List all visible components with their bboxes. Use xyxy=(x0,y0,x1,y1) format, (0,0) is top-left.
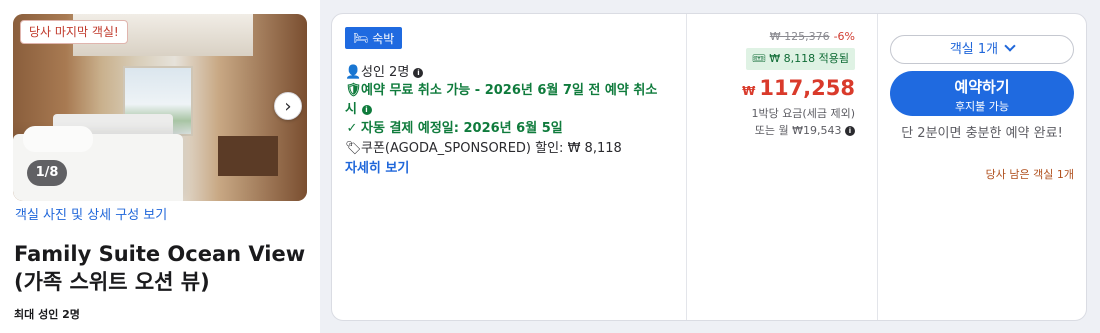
max-occupancy: 최대 성인 2명 xyxy=(14,308,80,321)
per-night-note: 1박당 요금(세금 제외) xyxy=(751,107,855,120)
photo-counter: 1/8 xyxy=(27,160,67,186)
chevron-down-icon xyxy=(1004,40,1016,52)
auto-payment-text: 자동 결제 예정일: 2026년 6월 5일 xyxy=(361,121,563,136)
info-icon[interactable]: i xyxy=(845,126,855,136)
chevron-right-icon: › xyxy=(284,95,292,117)
free-cancel-row: 🛡예약 무료 취소 가능 - 2026년 6월 7일 전 예약 취소 시 i xyxy=(345,81,665,119)
room-title: Family Suite Ocean View (가족 스위트 오션 뷰) xyxy=(14,242,306,294)
next-photo-button[interactable]: › xyxy=(274,92,302,120)
coupon-applied-text: ₩ 8,118 적용됨 xyxy=(769,52,849,65)
pay-later-label: 후지불 가능 xyxy=(954,100,1010,113)
room-info-panel: 당사 마지막 객실! › 1/8 객실 사진 및 상세 구성 보기 Family… xyxy=(0,0,320,333)
check-icon: ✓ xyxy=(346,121,358,136)
free-cancel-text: 예약 무료 취소 가능 - 2026년 6월 7일 전 예약 취소 시 xyxy=(345,83,658,117)
ticket-icon: 🎟 xyxy=(751,52,766,65)
final-price: ₩117,258 xyxy=(742,76,855,100)
stay-tag-label: 숙박 xyxy=(372,31,395,46)
currency-symbol: ₩ xyxy=(742,84,756,98)
shield-check-icon: 🛡 xyxy=(345,83,362,98)
info-icon[interactable]: i xyxy=(361,105,372,115)
urgency-message: 단 2분이면 충분한 예약 완료! xyxy=(901,126,1063,141)
reserve-label: 예약하기 xyxy=(954,78,1010,96)
discount-percent: -6% xyxy=(833,30,855,43)
last-room-badge: 당사 마지막 객실! xyxy=(20,20,128,44)
guests-row: 👤성인 2명 i xyxy=(345,63,424,82)
person-icon: 👤 xyxy=(345,65,362,80)
auto-payment-row: ✓ 자동 결제 예정일: 2026년 6월 5일 xyxy=(345,119,563,138)
bed-icon: 🛏 xyxy=(353,31,369,45)
guests-text: 성인 2명 xyxy=(361,65,410,80)
price-column: ₩ 125,376 -6% 🎟 ₩ 8,118 적용됨 ₩117,258 1박당 … xyxy=(687,14,867,320)
monthly-price: 또는 월 ₩19,543 i xyxy=(755,122,855,138)
coupon-row: 🏷쿠폰(AGODA_SPONSORED) 할인: ₩ 8,118 xyxy=(345,139,622,158)
room-count-select[interactable]: 객실 1개 xyxy=(890,35,1074,64)
room-photos-link[interactable]: 객실 사진 및 상세 구성 보기 xyxy=(15,204,167,223)
photo-pillow xyxy=(23,126,93,152)
price-amount: 117,258 xyxy=(759,76,855,100)
original-price-row: ₩ 125,376 -6% xyxy=(770,30,855,43)
photo-desk xyxy=(218,136,278,176)
offer-card: 🛏 숙박 👤성인 2명 i 🛡예약 무료 취소 가능 - 2026년 6월 7일… xyxy=(331,13,1087,321)
room-count-label: 객실 1개 xyxy=(949,42,999,57)
stay-tag: 🛏 숙박 xyxy=(345,27,403,49)
tag-icon: 🏷 xyxy=(345,141,362,156)
original-price: ₩ 125,376 xyxy=(769,30,830,43)
action-column: 객실 1개 예약하기 후지불 가능 단 2분이면 충분한 예약 완료! 당사 남… xyxy=(877,14,1086,320)
coupon-applied-badge: 🎟 ₩ 8,118 적용됨 xyxy=(745,48,855,70)
monthly-text: 또는 월 ₩19,543 xyxy=(754,124,842,137)
details-link[interactable]: 자세히 보기 xyxy=(345,157,409,176)
reserve-button[interactable]: 예약하기 후지불 가능 xyxy=(890,71,1074,116)
info-icon[interactable]: i xyxy=(413,68,424,78)
last-room-note: 당사 남은 객실 1개 xyxy=(985,168,1074,181)
coupon-text: 쿠폰(AGODA_SPONSORED) 할인: ₩ 8,118 xyxy=(361,141,622,156)
